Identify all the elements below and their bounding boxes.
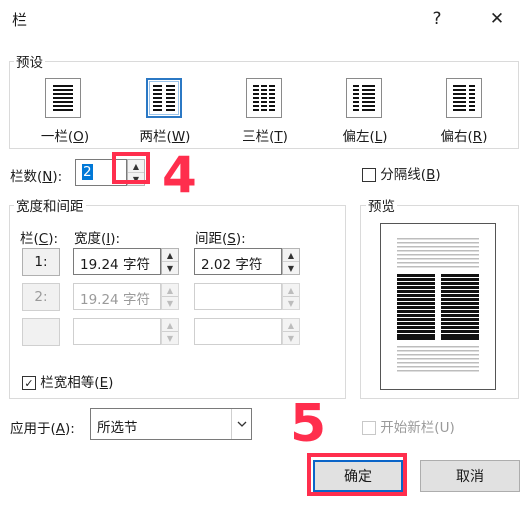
column-3-width-input [73, 318, 161, 345]
annotation-highlight-ok [307, 453, 407, 496]
column-number-2: 2: [22, 283, 60, 311]
presets-group-label: 预设 [14, 51, 45, 71]
width-header: 宽度(I): [74, 231, 121, 247]
column-count-label: 栏数(N): [10, 169, 63, 185]
spin-down-icon: ▼ [162, 331, 178, 344]
annotation-highlight-spinner [112, 152, 150, 184]
apply-to-select[interactable]: 所选节 [90, 408, 252, 440]
spin-up-icon: ▲ [287, 320, 295, 330]
column-2-width-spinner: ▲ ▼ [161, 283, 179, 310]
column-number-1: 1: [22, 248, 60, 276]
spacing-header: 间距(S): [195, 231, 246, 247]
preset-two-columns-label[interactable]: 两栏(W) [125, 125, 205, 145]
column-2-spacing-spinner: ▲ ▼ [282, 283, 300, 310]
preset-two-columns[interactable] [146, 78, 182, 118]
equal-width-checkbox-box[interactable]: ✓ [22, 376, 36, 390]
width-spacing-group-label: 宽度和间距 [14, 195, 86, 215]
preset-three-columns-label[interactable]: 三栏(T) [225, 125, 305, 145]
annotation-step-4: 4 [162, 146, 197, 204]
spin-up-icon[interactable]: ▲ [283, 249, 299, 261]
spin-up-icon: ▲ [166, 320, 174, 330]
equal-width-checkbox[interactable]: ✓ 栏宽相等(E) [22, 371, 113, 391]
three-columns-icon [246, 78, 282, 118]
preset-left[interactable] [346, 78, 382, 118]
help-button[interactable]: ? [422, 4, 452, 34]
preset-right-label[interactable]: 偏右(R) [424, 125, 504, 145]
close-button[interactable]: ✕ [482, 4, 512, 34]
spin-up-icon: ▲ [287, 285, 295, 295]
preview-group-label: 预览 [366, 195, 397, 215]
spin-down-icon: ▼ [162, 296, 178, 309]
column-2-spacing-input [194, 283, 282, 310]
spin-down-icon: ▼ [283, 331, 299, 344]
annotation-step-5: 5 [290, 394, 327, 454]
dialog-title: 栏 [12, 11, 28, 29]
col-header: 栏(C): [20, 231, 59, 247]
preset-three-columns[interactable] [246, 78, 282, 118]
close-icon: ✕ [489, 9, 505, 29]
cancel-button[interactable]: 取消 [420, 460, 520, 492]
column-1-width-input[interactable]: 19.24 字符 [73, 248, 161, 275]
preset-one-column[interactable] [45, 78, 81, 118]
column-3-spacing-input [194, 318, 282, 345]
column-3-spacing-spinner: ▲ ▼ [282, 318, 300, 345]
spin-down-icon[interactable]: ▼ [162, 261, 178, 274]
preview-page [380, 223, 496, 390]
separator-checkbox[interactable]: 分隔线(B) [362, 163, 441, 183]
right-column-icon [446, 78, 482, 118]
spin-down-icon: ▼ [283, 296, 299, 309]
column-2-width-input: 19.24 字符 [73, 283, 161, 310]
one-column-icon [45, 78, 81, 118]
start-new-column-checkbox: 开始新栏(U) [362, 416, 455, 436]
column-1-width-spinner[interactable]: ▲ ▼ [161, 248, 179, 275]
help-icon: ? [432, 9, 442, 29]
spin-down-icon[interactable]: ▼ [283, 261, 299, 274]
separator-checkbox-box[interactable] [362, 168, 376, 182]
preset-right[interactable] [446, 78, 482, 118]
apply-to-label: 应用于(A): [10, 421, 75, 437]
spin-up-icon: ▲ [166, 285, 174, 295]
column-1-spacing-input[interactable]: 2.02 字符 [194, 248, 282, 275]
two-columns-icon [146, 78, 182, 118]
column-3-width-spinner: ▲ ▼ [161, 318, 179, 345]
column-number-3 [22, 318, 60, 346]
preset-left-label[interactable]: 偏左(L) [325, 125, 405, 145]
column-1-spacing-spinner[interactable]: ▲ ▼ [282, 248, 300, 275]
chevron-down-icon[interactable] [231, 409, 251, 439]
preset-one-column-label[interactable]: 一栏(O) [25, 125, 105, 145]
spin-up-icon[interactable]: ▲ [162, 249, 178, 261]
preview-page-graphic [397, 238, 479, 372]
checkmark-icon: ✓ [24, 376, 34, 390]
left-column-icon [346, 78, 382, 118]
start-new-column-checkbox-box [362, 421, 376, 435]
